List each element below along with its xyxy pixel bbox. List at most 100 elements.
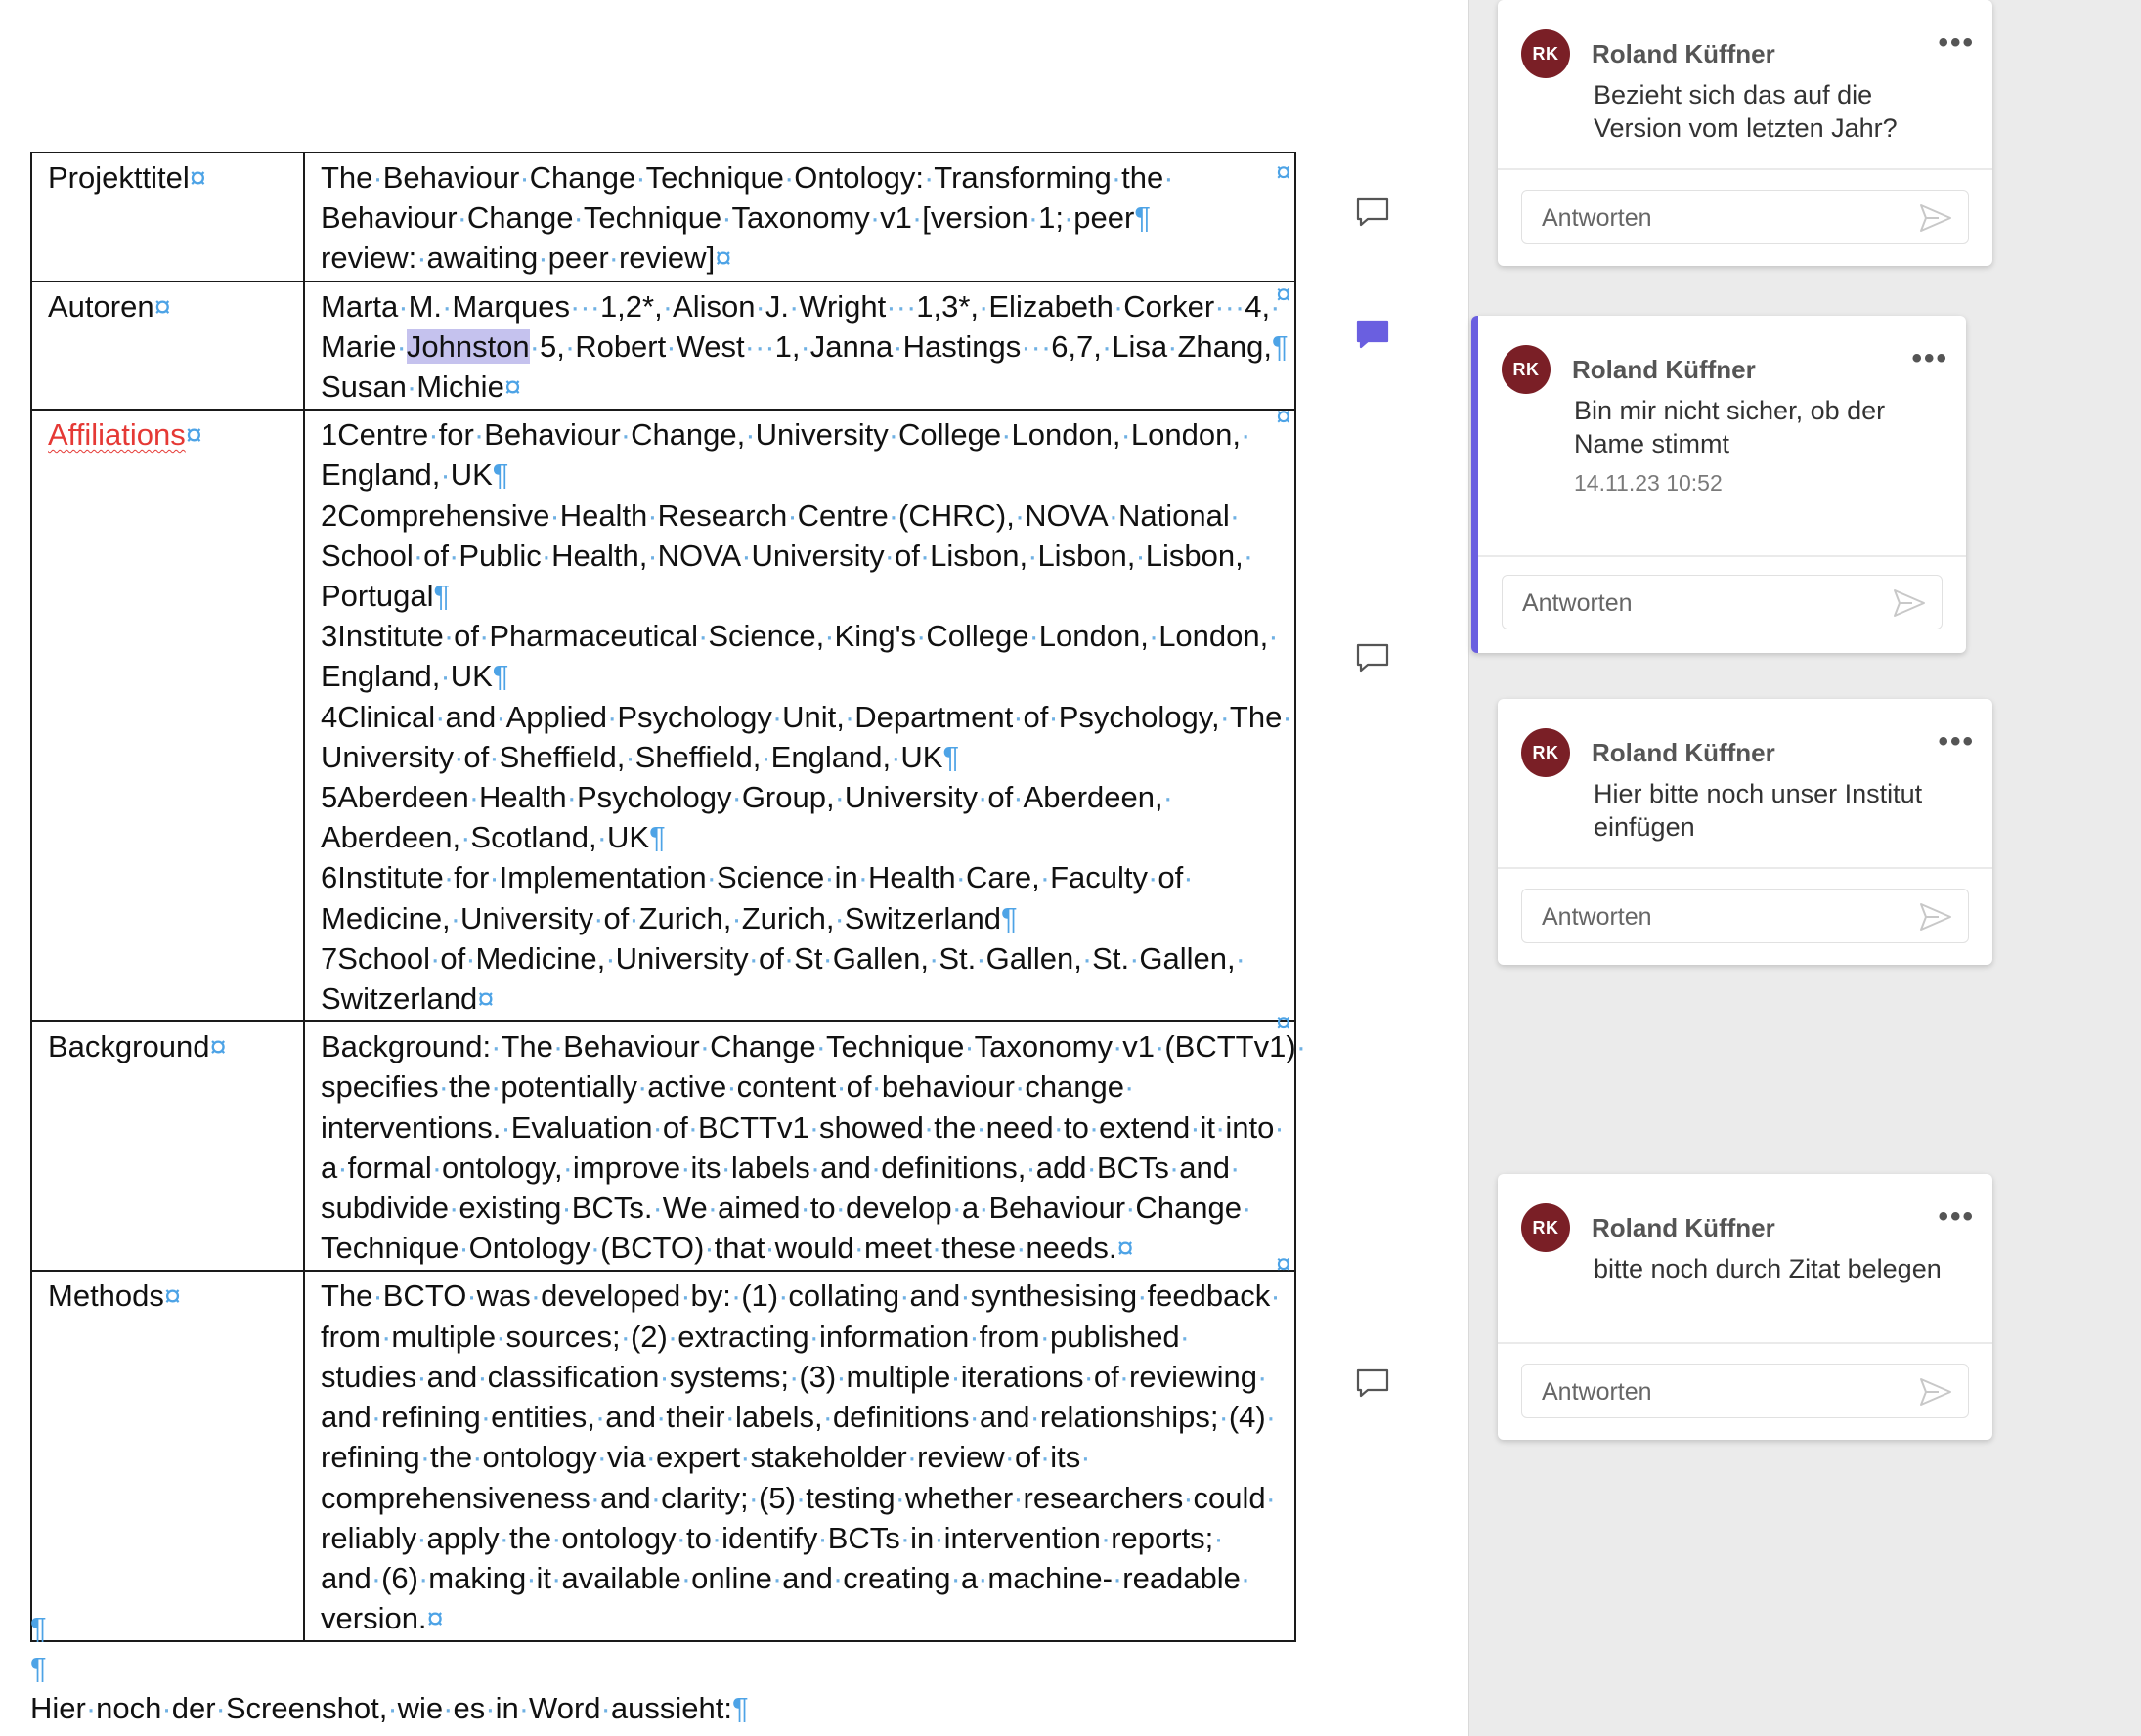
row-value-cell[interactable]: Marta·M.·Marques···1,2*,·Alison·J.·Wrigh… (303, 280, 1296, 412)
space-mark: · (1111, 160, 1122, 195)
space-mark: · (931, 1231, 942, 1266)
comment-header: RK Roland Küffner (1521, 1203, 1775, 1252)
table-row: Projekttitel¤ The·Behaviour·Change·Techn… (30, 152, 1296, 282)
space-mark: · (1004, 1440, 1015, 1475)
comment-card[interactable]: RK Roland Küffner ••• bitte noch durch Z… (1498, 1174, 1992, 1440)
text-line: University·of·Sheffield,·Sheffield,·Engl… (321, 737, 1279, 777)
space-mark: · (662, 288, 674, 324)
avatar: RK (1502, 345, 1551, 394)
text-line: England,·UK¶ (321, 656, 1279, 696)
space-mark: · (438, 1069, 449, 1105)
row-label-cell[interactable]: Autoren¤ (30, 280, 305, 412)
text-line: Marie·Johnston·5,·Robert·West···1,·Janna… (321, 326, 1289, 367)
space-mark: · (896, 288, 906, 324)
space-mark: · (372, 1279, 383, 1314)
space-mark: · (704, 1231, 715, 1266)
space-mark: · (955, 860, 966, 895)
space-mark: · (419, 1440, 431, 1475)
space-mark: · (406, 369, 417, 405)
row-label-cell[interactable]: Affiliations¤ (30, 409, 305, 1023)
more-icon[interactable]: ••• (1938, 1202, 1975, 1232)
space-mark: · (590, 1480, 601, 1515)
space-mark: · (371, 1400, 382, 1435)
space-mark: · (161, 1691, 172, 1725)
comment-filled-icon[interactable] (1355, 319, 1390, 350)
comment-card[interactable]: RK Roland Küffner ••• Hier bitte noch un… (1498, 699, 1992, 965)
comment-author: Roland Küffner (1592, 38, 1775, 68)
row-value-cell[interactable]: The·BCTO·was·developed·by:·(1)·collating… (303, 1270, 1296, 1643)
space-mark: · (562, 1150, 573, 1185)
cell-end-mark: ¤ (209, 1029, 227, 1064)
pilcrow-mark: ¶ (1134, 200, 1151, 236)
text-span: version. (321, 1601, 427, 1636)
space-mark: · (1053, 1109, 1064, 1145)
body-paragraph[interactable]: Hier·noch·der·Screenshot,·wie·es·in·Word… (30, 1688, 749, 1728)
pilcrow-mark: ¶ (433, 579, 451, 614)
space-mark: · (398, 288, 409, 324)
reply-placeholder: Antworten (1542, 1378, 1652, 1406)
text-line: Technique·Ontology·(BCTO)·that·would·mee… (321, 1228, 1279, 1268)
cell-end-mark: ¤ (163, 1279, 182, 1314)
row-value-cell[interactable]: 1Centre·for·Behaviour·Change,·University… (303, 409, 1296, 1023)
space-mark: · (1265, 1400, 1277, 1435)
reply-field[interactable]: Antworten (1521, 889, 1969, 943)
space-mark: · (440, 457, 451, 493)
space-mark: · (748, 1480, 759, 1515)
row-label: Background (48, 1029, 210, 1064)
space-mark: · (1039, 1319, 1050, 1354)
more-icon[interactable]: ••• (1938, 727, 1975, 757)
space-mark: · (450, 900, 461, 935)
space-mark: · (600, 1691, 611, 1725)
space-mark: · (1229, 498, 1241, 533)
table-row: Methods¤ The·BCTO·was·developed·by:·(1)·… (30, 1270, 1296, 1643)
more-icon[interactable]: ••• (1938, 28, 1975, 58)
space-mark: · (1001, 417, 1012, 453)
comment-card[interactable]: RK Roland Küffner ••• Bezieht sich das a… (1498, 0, 1992, 266)
reply-placeholder: Antworten (1522, 589, 1633, 617)
row-label-cell[interactable]: Methods¤ (30, 1270, 305, 1643)
reply-field[interactable]: Antworten (1521, 190, 1969, 244)
space-mark: · (1282, 699, 1292, 734)
comment-icon[interactable] (1355, 1367, 1390, 1399)
text-line: Aberdeen,·Scotland,·UK¶ (321, 817, 1279, 857)
text-span: Portugal (321, 579, 434, 614)
space-mark: · (652, 1191, 663, 1226)
send-icon[interactable] (1919, 902, 1952, 932)
reply-field[interactable]: Antworten (1502, 575, 1943, 629)
comment-header: RK Roland Küffner (1521, 29, 1775, 78)
text-line: Marta·M.·Marques···1,2*,·Alison·J.·Wrigh… (321, 288, 1281, 324)
comment-icon[interactable] (1355, 642, 1390, 673)
send-icon[interactable] (1919, 203, 1952, 233)
row-value-cell[interactable]: The·Behaviour·Change·Technique·Ontology:… (303, 152, 1296, 282)
comment-card-active[interactable]: RK Roland Küffner ••• Bin mir nicht sich… (1471, 316, 1966, 653)
space-mark: · (1215, 1109, 1226, 1145)
row-label-cell[interactable]: Projekttitel¤ (30, 152, 305, 282)
space-mark: · (620, 417, 632, 453)
empty-paragraph[interactable]: ¶ (30, 1648, 47, 1688)
send-icon[interactable] (1893, 588, 1926, 618)
space-mark: · (501, 1109, 511, 1145)
comment-anchor-highlight[interactable]: Johnston (406, 328, 530, 364)
empty-paragraph[interactable]: ¶ (30, 1608, 47, 1648)
space-mark: · (857, 860, 869, 895)
comment-icon[interactable] (1355, 196, 1390, 228)
space-mark: · (1183, 1480, 1194, 1515)
space-mark: · (541, 538, 552, 573)
space-mark: · (629, 900, 639, 935)
row-value-cell[interactable]: Background:·The·Behaviour·Change·Techniq… (303, 1020, 1306, 1273)
text-span: Susan·Michie (321, 369, 504, 405)
send-icon[interactable] (1919, 1377, 1952, 1407)
row-label-cell[interactable]: Background¤ (30, 1020, 305, 1273)
space-mark: · (620, 1319, 631, 1354)
space-mark: · (491, 1029, 502, 1064)
space-mark: · (1270, 1279, 1281, 1314)
space-mark: · (1028, 619, 1039, 654)
space-mark: · (1026, 1150, 1036, 1185)
space-mark: · (697, 619, 709, 654)
row-label: Affiliations (48, 417, 186, 453)
reply-field[interactable]: Antworten (1521, 1364, 1969, 1418)
space-mark: · (499, 1520, 509, 1555)
comment-timestamp: 14.11.23 10:52 (1574, 470, 1723, 496)
document-canvas[interactable]: Projekttitel¤ The·Behaviour·Change·Techn… (0, 0, 1468, 1736)
more-icon[interactable]: ••• (1911, 344, 1948, 373)
